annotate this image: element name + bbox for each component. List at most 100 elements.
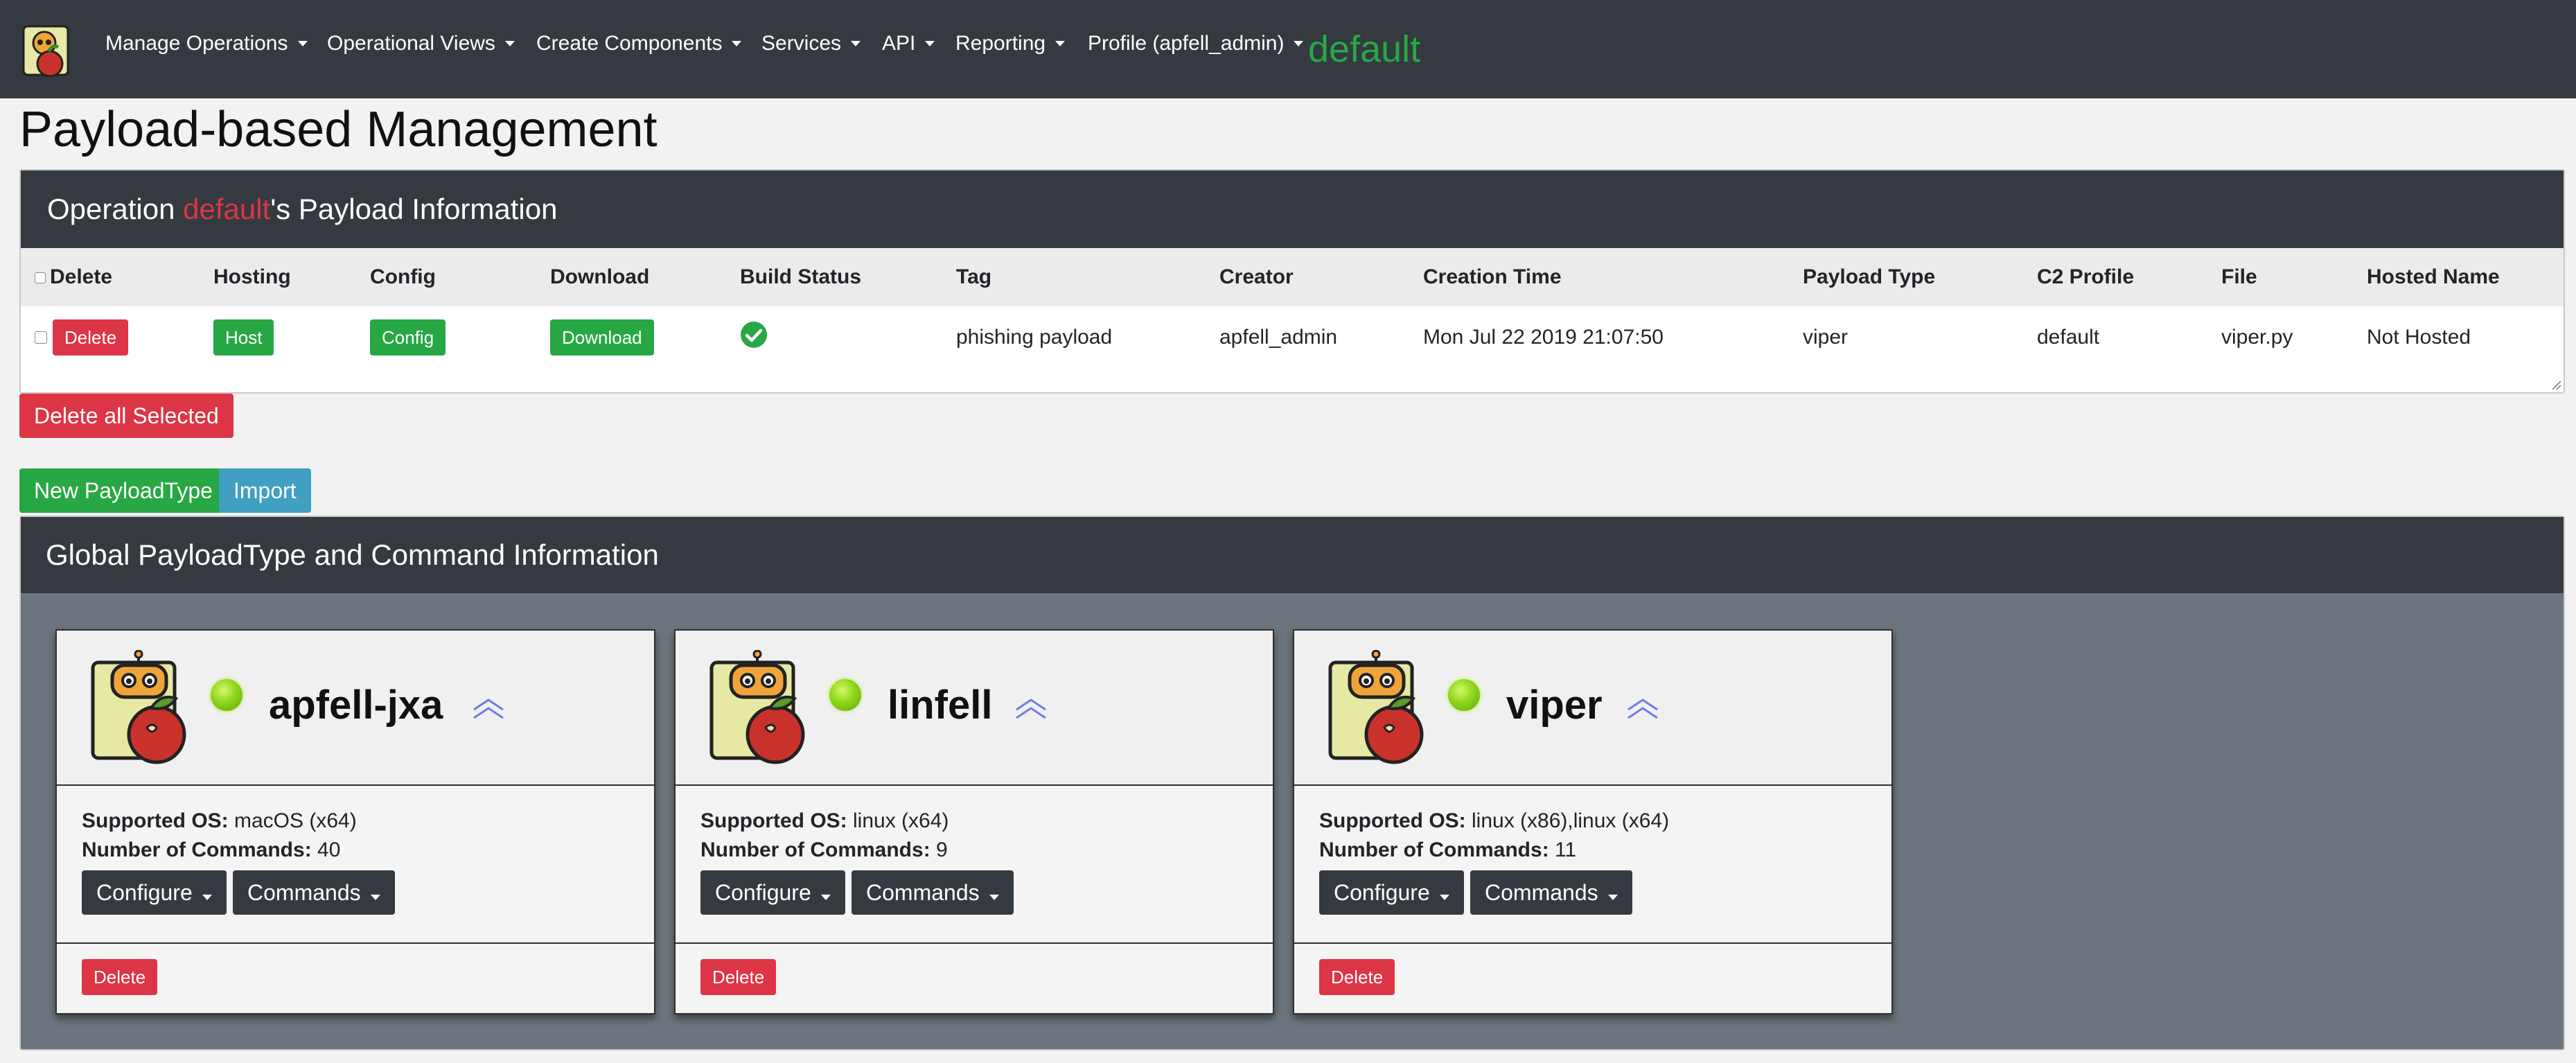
commands-label: Commands (1485, 880, 1598, 905)
payloadtype-name: viper (1506, 683, 1603, 728)
delete-payloadtype-button[interactable]: Delete (700, 959, 777, 995)
nav-services[interactable]: Services (761, 32, 861, 55)
nav-create-components[interactable]: Create Components (536, 32, 742, 55)
operation-payload-panel: Operation default's Payload Information … (19, 169, 2565, 394)
double-chevron-up-icon[interactable] (1625, 697, 1660, 722)
delete-payloadtype-button[interactable]: Delete (1319, 959, 1395, 995)
configure-label: Configure (1334, 880, 1430, 905)
table-cell: Download (550, 306, 740, 369)
table-cell (740, 306, 956, 369)
apfell-logo-icon (709, 650, 805, 764)
supported-os-line: Supported OS: linux (x86),linux (x64) (1319, 809, 1669, 833)
num-commands-value: 11 (1555, 838, 1577, 861)
caret-down-icon (370, 895, 380, 900)
caret-down-icon (297, 41, 308, 46)
supported-os-line: Supported OS: linux (x64) (700, 809, 949, 833)
supported-os-line: Supported OS: macOS (x64) (82, 809, 357, 833)
config-payload-button[interactable]: Config (370, 319, 446, 355)
column-header: Hosted Name (2367, 248, 2564, 306)
nav-reporting[interactable]: Reporting (955, 32, 1066, 55)
row-select-checkbox[interactable] (35, 331, 47, 344)
card-header: viper (1294, 631, 1891, 786)
table-row: Delete Host Config Download phishing pay… (21, 306, 2564, 369)
panel-title-suffix: 's Payload Information (270, 193, 558, 225)
supported-os-label: Supported OS: (700, 809, 847, 832)
payload-table: Delete Hosting Config Download Build Sta… (21, 248, 2564, 369)
configure-dropdown-button[interactable]: Configure (82, 870, 227, 915)
nav-label: Services (761, 32, 842, 55)
nav-label: Reporting (955, 32, 1046, 55)
new-payloadtype-button[interactable]: New PayloadType (19, 468, 227, 513)
resize-handle-icon[interactable] (2550, 378, 2562, 391)
status-online-icon (1448, 679, 1480, 711)
nav-manage-operations[interactable]: Manage Operations (105, 32, 308, 55)
delete-payloadtype-button[interactable]: Delete (82, 959, 158, 995)
nav-label: API (882, 32, 916, 55)
nav-label: Operational Views (327, 32, 495, 55)
payloadtype-card-viper: viper Supported OS: linux (x86),linux (x… (1293, 629, 1893, 1014)
payloadtype-card-apfell-jxa: apfell-jxa Supported OS: macOS (x64) Num… (55, 629, 655, 1014)
configure-dropdown-button[interactable]: Configure (1319, 870, 1464, 915)
column-header: Tag (956, 248, 1219, 306)
payload-type-cell: viper (1803, 326, 1849, 349)
operation-panel-header: Operation default's Payload Information (21, 170, 2564, 248)
nav-api[interactable]: API (882, 32, 935, 55)
column-header: Payload Type (1803, 248, 2037, 306)
c2-profile-cell: default (2037, 326, 2100, 349)
nav-label: Profile (apfell_admin) (1088, 32, 1285, 55)
configure-dropdown-button[interactable]: Configure (700, 870, 845, 915)
table-cell: Delete (21, 306, 213, 369)
panel-operation-name: default (183, 193, 271, 225)
creator-cell: apfell_admin (1219, 326, 1338, 349)
delete-payload-button[interactable]: Delete (53, 319, 129, 355)
column-header-label: Delete (50, 265, 113, 288)
apfell-logo-icon[interactable] (18, 22, 76, 82)
supported-os-value: linux (x64) (853, 809, 949, 832)
commands-dropdown-button[interactable]: Commands (1470, 870, 1632, 915)
card-header: linfell (676, 631, 1273, 786)
table-header-row: Delete Hosting Config Download Build Sta… (21, 248, 2564, 306)
commands-dropdown-button[interactable]: Commands (852, 870, 1014, 915)
column-header: Creator (1219, 248, 1423, 306)
num-commands-value: 40 (317, 838, 341, 861)
commands-dropdown-button[interactable]: Commands (233, 870, 395, 915)
caret-down-icon (1055, 41, 1066, 46)
column-header: File (2221, 248, 2367, 306)
caret-down-icon (732, 41, 742, 46)
download-payload-button[interactable]: Download (550, 319, 654, 355)
double-chevron-up-icon[interactable] (471, 697, 506, 722)
num-commands-label: Number of Commands: (700, 838, 930, 861)
configure-label: Configure (96, 880, 193, 905)
nav-label: Create Components (536, 32, 723, 55)
apfell-logo-icon (91, 650, 186, 764)
supported-os-value: linux (x86),linux (x64) (1472, 809, 1670, 832)
payloadtype-card-linfell: linfell Supported OS: linux (x64) Number… (674, 629, 1274, 1014)
num-commands-value: 9 (936, 838, 948, 861)
column-header: Build Status (740, 248, 956, 306)
card-body: Supported OS: linux (x86),linux (x64) Nu… (1294, 786, 1891, 944)
status-online-icon (829, 679, 861, 711)
select-all-checkbox[interactable] (35, 272, 46, 284)
num-commands-label: Number of Commands: (82, 838, 312, 861)
nav-profile[interactable]: Profile (apfell_admin) (1088, 32, 1304, 55)
global-panel-header: Global PayloadType and Command Informati… (21, 517, 2564, 593)
import-button[interactable]: Import (219, 468, 311, 513)
card-body: Supported OS: linux (x64) Number of Comm… (676, 786, 1273, 944)
nav-operational-views[interactable]: Operational Views (327, 32, 515, 55)
caret-down-icon (504, 41, 515, 46)
caret-down-icon (851, 41, 861, 46)
caret-down-icon (925, 41, 935, 46)
caret-down-icon (1439, 895, 1449, 900)
num-commands-line: Number of Commands: 9 (700, 838, 948, 862)
page-title: Payload-based Management (19, 102, 658, 157)
double-chevron-up-icon[interactable] (1014, 697, 1048, 722)
num-commands-label: Number of Commands: (1319, 838, 1549, 861)
hosted-name-cell: Not Hosted (2367, 326, 2471, 349)
delete-all-selected-button[interactable]: Delete all Selected (19, 394, 233, 438)
apfell-logo-icon (1328, 650, 1424, 764)
card-footer: Delete (676, 944, 1273, 1013)
supported-os-label: Supported OS: (1319, 809, 1466, 832)
payloadtype-name: linfell (888, 683, 993, 728)
host-payload-button[interactable]: Host (213, 319, 274, 355)
supported-os-value: macOS (x64) (234, 809, 357, 832)
